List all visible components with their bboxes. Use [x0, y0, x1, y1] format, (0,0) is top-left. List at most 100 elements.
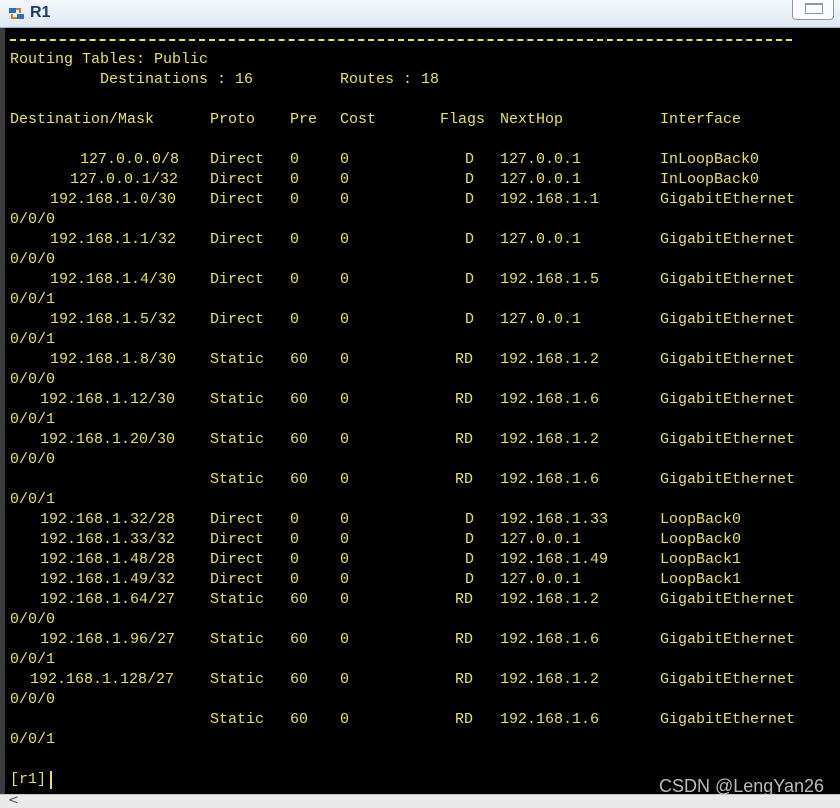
route-proto: Static	[210, 471, 265, 488]
route-flags: RD	[455, 431, 474, 448]
route-cost: 0	[340, 391, 350, 408]
window-title: R1	[30, 4, 51, 21]
route-preference: 0	[290, 271, 300, 288]
route-interface-wrap: 0/0/1	[10, 291, 56, 308]
route-interface-wrap: 0/0/1	[10, 651, 56, 668]
route-flags: RD	[455, 351, 474, 368]
route-interface: LoopBack0	[660, 531, 742, 548]
route-nexthop: 192.168.1.49	[500, 551, 609, 568]
route-interface: GigabitEthernet	[660, 311, 796, 328]
route-destination: 127.0.0.0/8	[80, 151, 180, 168]
route-flags: D	[465, 551, 475, 568]
route-destination: 127.0.0.1/32	[70, 171, 179, 188]
route-interface-wrap: 0/0/1	[10, 731, 56, 748]
route-cost: 0	[340, 171, 350, 188]
window-icon	[805, 3, 823, 14]
route-proto: Direct	[210, 571, 265, 588]
route-destination: 192.168.1.0/30	[50, 191, 177, 208]
route-destination: 192.168.1.1/32	[50, 231, 177, 248]
route-nexthop: 192.168.1.6	[500, 631, 600, 648]
route-destination: 192.168.1.128/27	[30, 671, 175, 688]
route-nexthop: 192.168.1.6	[500, 711, 600, 728]
route-proto: Direct	[210, 511, 265, 528]
route-preference: 0	[290, 571, 300, 588]
route-proto: Direct	[210, 271, 265, 288]
route-flags: D	[465, 171, 475, 188]
route-proto: Direct	[210, 171, 265, 188]
route-destination: 192.168.1.96/27	[40, 631, 176, 648]
route-cost: 0	[340, 151, 350, 168]
route-destination: 192.168.1.12/30	[40, 391, 176, 408]
route-flags: RD	[455, 471, 474, 488]
destinations-count: Destinations : 16	[100, 71, 254, 88]
route-nexthop: 127.0.0.1	[500, 531, 582, 548]
router-terminal-icon	[9, 8, 24, 19]
route-nexthop: 127.0.0.1	[500, 311, 582, 328]
route-interface: GigabitEthernet	[660, 191, 796, 208]
route-destination: 192.168.1.33/32	[40, 531, 176, 548]
route-flags: D	[465, 311, 475, 328]
route-preference: 60	[290, 471, 309, 488]
route-nexthop: 127.0.0.1	[500, 571, 582, 588]
route-nexthop: 192.168.1.1	[500, 191, 600, 208]
text-cursor	[50, 771, 52, 789]
route-interface: InLoopBack0	[660, 171, 760, 188]
route-nexthop: 127.0.0.1	[500, 151, 582, 168]
route-interface-wrap: 0/0/0	[10, 371, 56, 388]
col-cost: Cost	[340, 111, 377, 128]
cli-prompt[interactable]: [r1]	[10, 770, 46, 790]
route-preference: 0	[290, 171, 300, 188]
route-interface-wrap: 0/0/1	[10, 331, 56, 348]
route-cost: 0	[340, 571, 350, 588]
table-title: Routing Tables: Public	[10, 51, 209, 68]
route-flags: D	[465, 571, 475, 588]
route-proto: Static	[210, 591, 265, 608]
route-destination: 192.168.1.20/30	[40, 431, 176, 448]
route-flags: D	[465, 531, 475, 548]
route-nexthop: 192.168.1.2	[500, 671, 600, 688]
horizontal-scrollbar[interactable]: <	[0, 793, 840, 808]
route-interface-wrap: 0/0/1	[10, 491, 56, 508]
route-flags: D	[465, 271, 475, 288]
route-proto: Static	[210, 631, 265, 648]
window-restore-button[interactable]	[792, 0, 834, 20]
route-interface: GigabitEthernet	[660, 271, 796, 288]
route-preference: 0	[290, 511, 300, 528]
route-preference: 60	[290, 671, 309, 688]
route-cost: 0	[340, 311, 350, 328]
routes-count: Routes : 18	[340, 71, 440, 88]
route-cost: 0	[340, 471, 350, 488]
route-nexthop: 192.168.1.2	[500, 351, 600, 368]
col-flags: Flags	[440, 111, 486, 128]
route-proto: Direct	[210, 231, 265, 248]
route-preference: 60	[290, 591, 309, 608]
terminal-output[interactable]: Routing Tables: Public Destinations : 16…	[5, 28, 840, 793]
route-preference: 0	[290, 231, 300, 248]
route-cost: 0	[340, 631, 350, 648]
route-cost: 0	[340, 671, 350, 688]
route-interface: GigabitEthernet	[660, 431, 796, 448]
scroll-left-arrow-icon[interactable]: <	[8, 793, 19, 808]
route-proto: Static	[210, 351, 265, 368]
route-interface: GigabitEthernet	[660, 671, 796, 688]
route-flags: D	[465, 191, 475, 208]
route-flags: D	[465, 151, 475, 168]
route-interface: GigabitEthernet	[660, 231, 796, 248]
route-cost: 0	[340, 191, 350, 208]
route-interface-wrap: 0/0/0	[10, 211, 56, 228]
separator-line	[10, 39, 792, 41]
route-nexthop: 192.168.1.6	[500, 391, 600, 408]
route-proto: Static	[210, 391, 265, 408]
col-interface: Interface	[660, 111, 742, 128]
col-proto: Proto	[210, 111, 256, 128]
route-destination: 192.168.1.49/32	[40, 571, 176, 588]
route-nexthop: 127.0.0.1	[500, 171, 582, 188]
route-flags: D	[465, 511, 475, 528]
col-destination: Destination/Mask	[10, 111, 155, 128]
route-preference: 0	[290, 191, 300, 208]
col-nexthop: NextHop	[500, 111, 564, 128]
route-proto: Static	[210, 671, 265, 688]
route-cost: 0	[340, 351, 350, 368]
route-nexthop: 192.168.1.2	[500, 431, 600, 448]
route-destination: 192.168.1.64/27	[40, 591, 176, 608]
